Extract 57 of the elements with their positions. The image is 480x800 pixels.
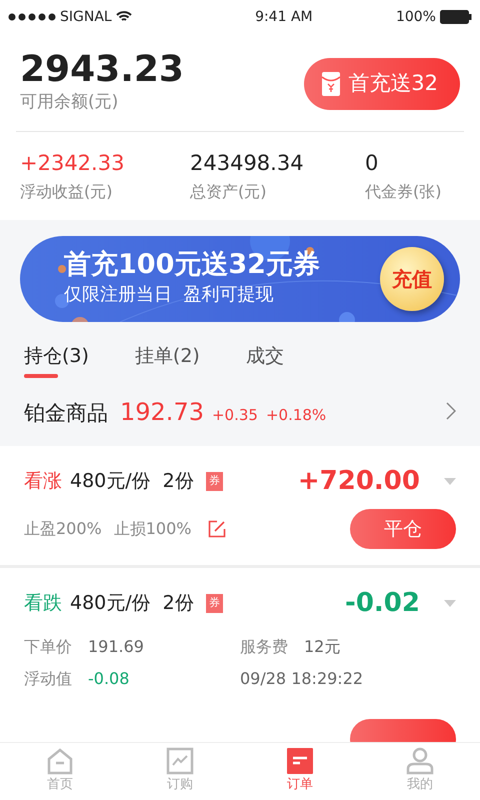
edit-icon[interactable] xyxy=(208,520,226,538)
detail-value: 12元 xyxy=(304,636,340,658)
detail-label: 下单价 xyxy=(24,636,72,658)
detail-value: 09/28 18:29:22 xyxy=(240,668,364,690)
stat-label: 代金券(张) xyxy=(365,180,442,203)
document-icon xyxy=(286,747,314,775)
price-percent: +0.18% xyxy=(266,405,326,426)
stat-value: 0 xyxy=(365,150,380,178)
promo-button[interactable]: 首充送32 xyxy=(304,58,460,110)
carrier-name: SIGNAL xyxy=(60,8,112,26)
chevron-right-icon[interactable] xyxy=(446,402,456,420)
balance-amount: 2943.23 xyxy=(20,50,184,90)
recharge-button[interactable]: 充值 xyxy=(380,246,444,311)
person-icon xyxy=(406,747,434,775)
profit-loss: -0.02 xyxy=(345,587,420,620)
tab[interactable]: 成交 xyxy=(246,342,284,378)
stat-value: 243498.34 xyxy=(190,150,305,178)
close-position-button[interactable]: 平仓 xyxy=(350,509,456,550)
tab-bar-item[interactable]: 订购 xyxy=(120,743,240,800)
take-profit: 止盈200% xyxy=(24,518,102,540)
quantity: 2份 xyxy=(162,469,194,494)
detail-value: 191.69 xyxy=(88,636,144,658)
banner-title: 首充100元送32元券 xyxy=(64,248,320,282)
battery-icon xyxy=(440,10,472,24)
home-icon xyxy=(46,747,74,775)
battery-percent: 100% xyxy=(396,8,436,26)
unit-price: 480元/份 xyxy=(70,469,151,494)
signal-icon xyxy=(8,13,56,21)
tab[interactable]: 持仓(3) xyxy=(24,342,89,378)
stop-loss: 止损100% xyxy=(114,518,192,540)
product-price: 192.73 xyxy=(120,397,204,428)
promo-banner[interactable]: 首充100元送32元券 仅限注册当日 盈利可提现 充值 xyxy=(20,236,460,322)
coupon-tag: 券 xyxy=(206,472,223,491)
coupon-tag: 券 xyxy=(206,594,223,613)
detail-label: 浮动值 xyxy=(24,668,72,690)
price-change: +0.35 xyxy=(212,405,258,426)
tab[interactable]: 挂单(2) xyxy=(134,342,200,378)
profit-loss: +720.00 xyxy=(298,465,420,498)
direction-label: 看涨 xyxy=(24,469,62,494)
detail-label: 服务费 xyxy=(240,636,288,658)
stat-label: 浮动收益(元) xyxy=(20,180,114,203)
direction-label: 看跌 xyxy=(24,591,62,616)
tab-bar-item[interactable]: 订单 xyxy=(240,743,360,800)
chart-icon xyxy=(166,747,194,775)
product-name: 铂金商品 xyxy=(24,400,108,428)
detail-value: -0.08 xyxy=(88,668,130,690)
stat-value: +2342.33 xyxy=(20,150,126,178)
tab-bar-item[interactable]: 我的 xyxy=(360,743,480,800)
unit-price: 480元/份 xyxy=(70,591,151,616)
tab-bar-item[interactable]: 首页 xyxy=(0,743,120,800)
banner-subtitle: 仅限注册当日 盈利可提现 xyxy=(64,283,274,308)
balance-label: 可用余额(元) xyxy=(20,90,120,114)
stat-label: 总资产(元) xyxy=(190,180,268,203)
status-time: 9:41 AM xyxy=(255,8,313,26)
wifi-icon xyxy=(116,11,132,23)
envelope-icon xyxy=(322,72,340,96)
quantity: 2份 xyxy=(162,591,194,616)
